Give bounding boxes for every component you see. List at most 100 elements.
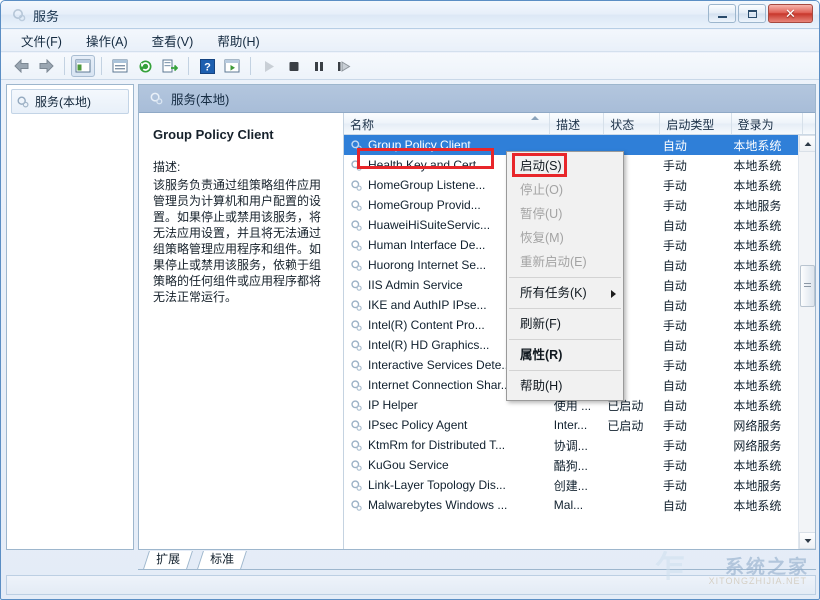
cell-logon-as: 网络服务 [727,417,798,434]
scrollbar-thumb[interactable] [800,265,815,307]
toolbar-separator [188,57,189,75]
cell-logon-as: 本地系统 [727,177,798,194]
cell-logon-as: 本地系统 [727,377,798,394]
ctx-restart: 重新启动(E) [507,250,623,274]
service-gear-icon [350,459,363,472]
cell-service-name: Link-Layer Topology Dis... [344,478,548,492]
close-icon: ✕ [785,6,796,22]
table-row[interactable]: KuGou Service酷狗...手动本地系统 [344,455,798,475]
export-list-icon[interactable] [158,55,182,77]
tab-standard-label: 标准 [210,551,234,568]
ctx-help[interactable]: 帮助(H) [507,374,623,398]
ctx-stop: 停止(O) [507,178,623,202]
service-gear-icon [350,379,363,392]
cell-startup-type: 自动 [657,257,728,274]
cell-logon-as: 本地系统 [727,157,798,174]
list-vertical-scrollbar[interactable] [798,135,815,549]
svg-text:?: ? [204,61,211,73]
tree-item-label: 服务(本地) [35,93,91,110]
cell-service-name: Group Policy Client [344,138,548,152]
service-gear-icon [350,259,363,272]
cell-logon-as: 本地系统 [727,257,798,274]
column-header-description[interactable]: 描述 [550,113,604,134]
context-menu-separator [509,370,621,371]
scrollbar-grip-icon [804,283,811,289]
tab-standard[interactable]: 标准 [197,551,247,569]
maximize-button[interactable] [738,4,766,23]
table-row[interactable]: IPsec Policy AgentInter...已启动手动网络服务 [344,415,798,435]
description-label: 描述: [153,158,331,175]
cell-logon-as: 本地系统 [727,237,798,254]
scroll-down-arrow-icon[interactable] [799,532,816,549]
ctx-start[interactable]: 启动(S) [507,154,623,178]
cell-startup-type: 手动 [657,197,728,214]
service-context-menu: 启动(S)停止(O)暂停(U)恢复(M)重新启动(E)所有任务(K)刷新(F)属… [506,151,624,401]
service-name-label: Group Policy Client [368,138,471,152]
cell-logon-as: 本地系统 [727,277,798,294]
show-tree-icon[interactable] [71,55,95,77]
properties-icon[interactable] [108,55,132,77]
restart-service-icon[interactable] [332,55,356,77]
ctx-resume: 恢复(M) [507,226,623,250]
close-button[interactable]: ✕ [768,4,813,23]
cell-service-name: IPsec Policy Agent [344,418,548,432]
column-header-status[interactable]: 状态 [604,113,660,134]
cell-logon-as: 本地系统 [727,497,798,514]
menu-action[interactable]: 操作(A) [76,29,138,52]
service-name-label: IKE and AuthIP IPse... [368,298,487,312]
forward-icon[interactable] [34,55,58,77]
show-console-icon[interactable] [220,55,244,77]
column-header-logon-as[interactable]: 登录为 [732,113,803,134]
cell-startup-type: 自动 [657,217,728,234]
column-header-filler [803,113,815,134]
table-row[interactable]: Link-Layer Topology Dis...创建...手动本地服务 [344,475,798,495]
menu-help[interactable]: 帮助(H) [207,29,269,52]
start-service-icon[interactable] [257,55,281,77]
ctx-refresh[interactable]: 刷新(F) [507,312,623,336]
menu-file[interactable]: 文件(F) [11,29,72,52]
service-name-label: Intel(R) HD Graphics... [368,338,489,352]
details-pane: 服务(本地) Group Policy Client 描述: 该服务负责通过组策… [138,84,816,550]
back-icon[interactable] [9,55,33,77]
service-gear-icon [350,279,363,292]
service-name-label: Huorong Internet Se... [368,258,486,272]
help-icon[interactable]: ? [195,55,219,77]
stop-service-icon[interactable] [282,55,306,77]
service-name-label: KtmRm for Distributed T... [368,438,505,452]
table-row[interactable]: KtmRm for Distributed T...协调...手动网络服务 [344,435,798,455]
toolbar-separator [250,57,251,75]
services-gear-icon [149,91,164,106]
menu-view[interactable]: 查看(V) [142,29,204,52]
refresh-icon[interactable] [133,55,157,77]
description-text: 该服务负责通过组策略组件应用管理员为计算机和用户配置的设置。如果停止或禁用该服务… [153,177,331,305]
service-gear-icon [350,479,363,492]
menu-bar: 文件(F) 操作(A) 查看(V) 帮助(H) [1,30,819,52]
service-name-label: HuaweiHiSuiteServic... [368,218,490,232]
list-header-row: 名称 描述 状态 启动类型 登录为 [344,113,815,135]
service-name-label: IPsec Policy Agent [368,418,467,432]
services-gear-icon [11,7,27,23]
scroll-up-arrow-icon[interactable] [799,135,816,152]
pause-service-icon[interactable] [307,55,331,77]
service-name-label: Human Interface De... [368,238,485,252]
cell-service-name: Malwarebytes Windows ... [344,498,548,512]
column-header-startup-type[interactable]: 启动类型 [660,113,731,134]
column-header-name[interactable]: 名称 [344,113,550,134]
view-tab-strip: 扩展 标准 [138,550,816,570]
tree-item-services-local[interactable]: 服务(本地) [11,89,129,114]
ctx-properties[interactable]: 属性(R) [507,343,623,367]
table-row[interactable]: Malwarebytes Windows ...Mal...自动本地系统 [344,495,798,515]
service-name-label: Intel(R) Content Pro... [368,318,485,332]
service-name-label: Malwarebytes Windows ... [368,498,507,512]
service-gear-icon [350,199,363,212]
cell-startup-type: 手动 [657,417,728,434]
service-name-label: HomeGroup Provid... [368,198,481,212]
ctx-all-tasks[interactable]: 所有任务(K) [507,281,623,305]
console-tree-pane: 服务(本地) [6,84,134,550]
tab-extended[interactable]: 扩展 [143,551,193,569]
service-gear-icon [350,499,363,512]
service-gear-icon [350,359,363,372]
service-name-label: Internet Connection Shar... [368,378,511,392]
minimize-button[interactable] [708,4,736,23]
window-controls: ✕ [708,4,813,23]
